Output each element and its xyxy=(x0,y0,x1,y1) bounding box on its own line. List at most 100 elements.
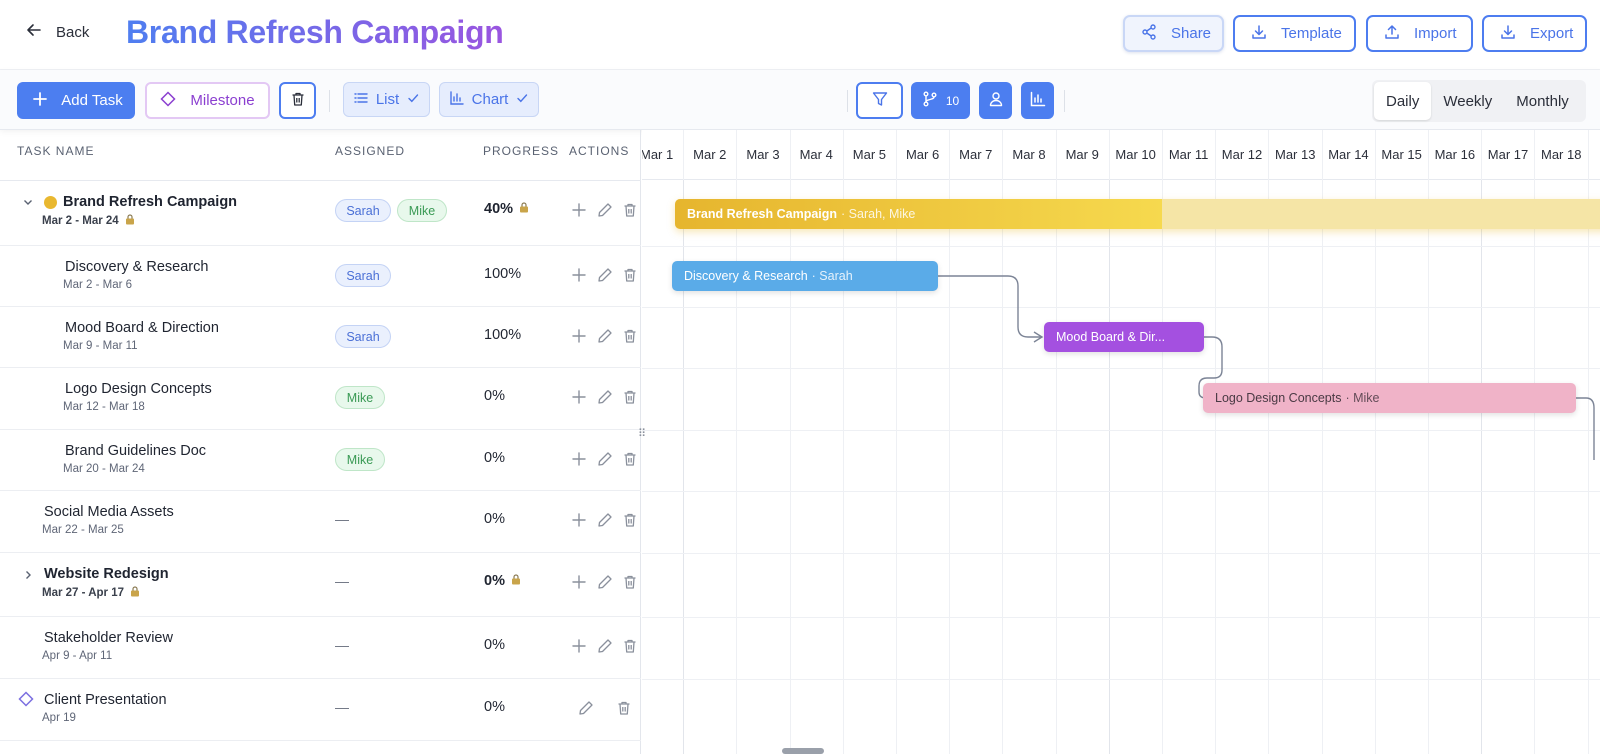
edit-icon[interactable] xyxy=(597,451,613,467)
chevron-down-icon[interactable] xyxy=(22,195,34,213)
task-name[interactable]: Stakeholder Review xyxy=(44,630,173,646)
task-bar[interactable]: Mood Board & Dir... xyxy=(1044,322,1204,352)
task-name[interactable]: Client Presentation xyxy=(44,692,167,708)
dependencies-button[interactable]: 10 xyxy=(911,82,970,119)
assignee-chip[interactable]: Sarah xyxy=(335,199,391,222)
table-row[interactable]: Client Presentation Apr 19 — 0% xyxy=(0,679,641,741)
trash-icon[interactable] xyxy=(622,202,638,218)
task-dates: Mar 2 - Mar 6 xyxy=(63,279,132,291)
add-subtask-icon[interactable] xyxy=(571,451,587,467)
trash-icon[interactable] xyxy=(622,451,638,467)
trash-icon[interactable] xyxy=(622,267,638,283)
filter-button[interactable] xyxy=(856,82,903,119)
add-subtask-icon[interactable] xyxy=(571,389,587,405)
view-toggle: Daily Weekly Monthly xyxy=(1372,80,1586,122)
list-toggle[interactable]: List xyxy=(343,82,430,117)
trash-icon[interactable] xyxy=(616,700,632,716)
task-dates-text: Mar 20 - Mar 24 xyxy=(63,463,145,475)
task-bar-assignees: · Sarah, Mike xyxy=(841,207,916,221)
trash-icon[interactable] xyxy=(622,389,638,405)
column-header-assigned: ASSIGNED xyxy=(335,144,406,158)
milestone-button[interactable]: Milestone xyxy=(145,82,270,119)
task-bar[interactable]: Brand Refresh Campaign · Sarah, Mike xyxy=(675,199,1600,229)
task-name[interactable]: Website Redesign xyxy=(44,566,169,582)
template-label: Template xyxy=(1281,25,1342,42)
task-name[interactable]: Logo Design Concepts xyxy=(65,381,212,397)
trash-icon[interactable] xyxy=(622,512,638,528)
edit-icon[interactable] xyxy=(597,389,613,405)
chevron-right-icon[interactable] xyxy=(22,568,34,586)
export-button[interactable]: Export xyxy=(1482,15,1587,52)
table-row[interactable]: Logo Design Concepts Mar 12 - Mar 18 Mike 0… xyxy=(0,368,641,430)
table-row[interactable]: Website Redesign Mar 27 - Apr 17 — 0% xyxy=(0,553,641,617)
list-label: List xyxy=(375,91,400,108)
progress-chart-button[interactable] xyxy=(1021,82,1054,119)
task-dates-text: Mar 12 - Mar 18 xyxy=(63,401,145,413)
table-row[interactable]: Social Media Assets Mar 22 - Mar 25 — 0% xyxy=(0,491,641,553)
edit-icon[interactable] xyxy=(597,574,613,590)
add-subtask-icon[interactable] xyxy=(571,328,587,344)
assignee-button[interactable] xyxy=(979,82,1012,119)
share-button[interactable]: Share xyxy=(1123,15,1224,52)
import-button[interactable]: Import xyxy=(1366,15,1473,52)
trash-icon[interactable] xyxy=(622,638,638,654)
add-subtask-icon[interactable] xyxy=(571,202,587,218)
assignee-chip[interactable]: Sarah xyxy=(335,264,391,287)
view-monthly[interactable]: Monthly xyxy=(1504,82,1581,120)
task-name[interactable]: Brand Guidelines Doc xyxy=(65,443,206,459)
share-label: Share xyxy=(1171,25,1212,42)
view-weekly[interactable]: Weekly xyxy=(1431,82,1504,120)
task-name[interactable]: Social Media Assets xyxy=(44,504,174,520)
table-row[interactable]: Mood Board & Direction Mar 9 - Mar 11 Sara… xyxy=(0,307,641,368)
assignee-chip[interactable]: Mike xyxy=(335,386,385,409)
template-button[interactable]: Template xyxy=(1233,15,1356,52)
table-row[interactable]: Brand Guidelines Doc Mar 20 - Mar 24 Mike 0… xyxy=(0,430,641,491)
task-name[interactable]: Brand Refresh Campaign xyxy=(63,194,237,210)
task-dates: Mar 22 - Mar 25 xyxy=(42,524,124,536)
add-subtask-icon[interactable] xyxy=(571,267,587,283)
table-row[interactable]: Brand Refresh Campaign Mar 2 - Mar 24 Sara… xyxy=(0,181,641,246)
view-daily[interactable]: Daily xyxy=(1374,82,1432,120)
assignee-chip[interactable]: Mike xyxy=(335,448,385,471)
edit-icon[interactable] xyxy=(597,267,613,283)
edit-icon[interactable] xyxy=(597,202,613,218)
trash-icon[interactable] xyxy=(622,328,638,344)
import-label: Import xyxy=(1414,25,1457,42)
toolbar-divider xyxy=(847,90,848,112)
status-dot xyxy=(44,196,57,209)
progress-value: 100% xyxy=(484,266,521,282)
task-bar[interactable]: Discovery & Research · Sarah xyxy=(672,261,938,291)
delete-button[interactable] xyxy=(279,82,316,119)
column-header-task-name: TASK NAME xyxy=(17,144,95,158)
progress-text: 0% xyxy=(484,388,505,404)
task-name[interactable]: Mood Board & Direction xyxy=(65,320,219,336)
toolbar-divider xyxy=(329,90,330,112)
edit-icon[interactable] xyxy=(597,328,613,344)
download-icon xyxy=(1500,24,1516,44)
add-subtask-icon[interactable] xyxy=(571,574,587,590)
check-icon xyxy=(516,91,528,108)
horizontal-scrollbar[interactable] xyxy=(782,748,824,754)
add-task-button[interactable]: Add Task xyxy=(17,82,135,119)
task-dates: Apr 9 - Apr 11 xyxy=(42,650,112,662)
table-row[interactable]: Stakeholder Review Apr 9 - Apr 11 — 0% xyxy=(0,617,641,679)
task-name[interactable]: Discovery & Research xyxy=(65,259,208,275)
task-bar-label: Mood Board & Dir... xyxy=(1056,330,1166,344)
list-icon xyxy=(354,91,368,109)
assignee-chip[interactable]: Mike xyxy=(397,199,447,222)
dependency-count: 10 xyxy=(945,93,960,108)
add-subtask-icon[interactable] xyxy=(571,512,587,528)
task-bar[interactable]: Logo Design Concepts · Mike xyxy=(1203,383,1576,413)
bar-chart-icon xyxy=(1030,91,1046,111)
edit-icon[interactable] xyxy=(597,512,613,528)
add-subtask-icon[interactable] xyxy=(571,638,587,654)
progress-text: 0% xyxy=(484,573,505,589)
trash-icon[interactable] xyxy=(622,574,638,590)
edit-icon[interactable] xyxy=(597,638,613,654)
edit-icon[interactable] xyxy=(578,700,594,716)
task-dates: Mar 2 - Mar 24 xyxy=(42,214,135,228)
chart-toggle[interactable]: Chart xyxy=(439,82,539,117)
assignee-chip[interactable]: Sarah xyxy=(335,325,391,348)
back-button[interactable]: Back xyxy=(26,22,89,42)
table-row[interactable]: Discovery & Research Mar 2 - Mar 6 Sarah 10… xyxy=(0,246,641,307)
